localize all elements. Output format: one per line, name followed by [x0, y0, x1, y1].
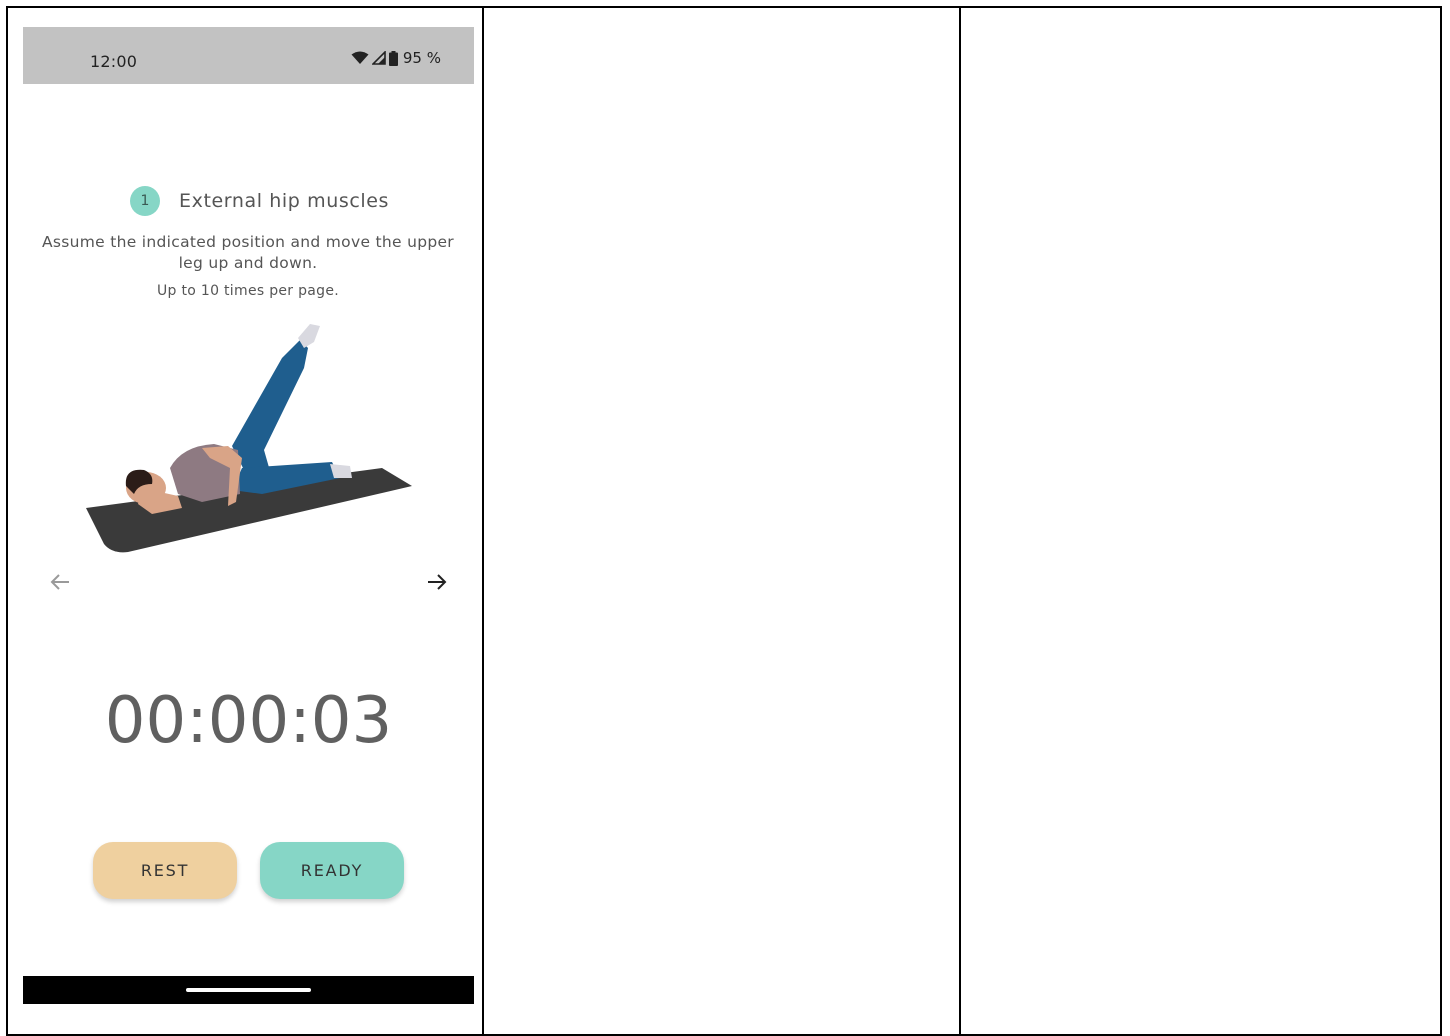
- battery-percentage: 95 %: [402, 49, 441, 67]
- status-icons: 95 %: [351, 49, 441, 67]
- arrow-left-icon: [50, 574, 69, 590]
- status-time: 12:00: [90, 52, 138, 71]
- exercise-header: 1 External hip muscles: [130, 186, 389, 216]
- status-bar: 12:00 95 %: [23, 27, 474, 84]
- next-arrow-button[interactable]: [422, 567, 452, 597]
- wifi-icon: [351, 51, 369, 65]
- arrow-right-icon: [428, 574, 447, 590]
- home-gesture-handle[interactable]: [186, 988, 311, 992]
- exercise-instruction: Assume the indicated position and move t…: [42, 233, 454, 272]
- rest-button[interactable]: REST: [93, 842, 237, 899]
- exercise-repetitions: Up to 10 times per page.: [156, 283, 340, 299]
- empty-panel: [482, 6, 963, 1036]
- step-number-badge: 1: [130, 186, 160, 216]
- exercise-illustration: [86, 324, 412, 553]
- system-navigation-bar: [23, 976, 474, 1004]
- cell-signal-icon: [371, 51, 386, 65]
- previous-arrow-button[interactable]: [45, 567, 75, 597]
- ready-button[interactable]: READY: [260, 842, 404, 899]
- battery-icon: [388, 50, 398, 66]
- exercise-timer: 00:00:03: [104, 684, 393, 758]
- empty-panel: [959, 6, 1442, 1036]
- exercise-title: External hip muscles: [179, 190, 390, 212]
